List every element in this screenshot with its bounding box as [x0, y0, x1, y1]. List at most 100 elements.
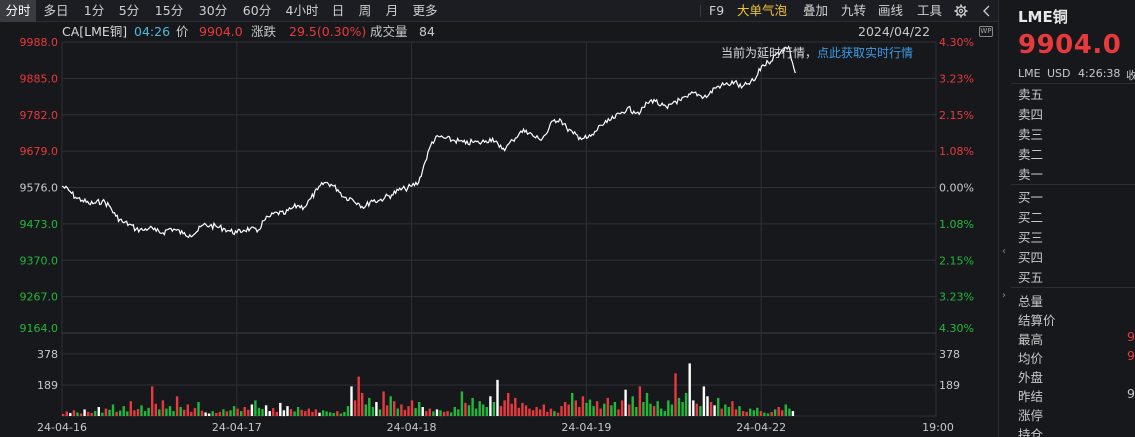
volume-bar	[69, 413, 72, 416]
volume-bar	[770, 411, 773, 416]
y-tick-label-right: 1.08%	[939, 145, 974, 158]
volume-bar	[247, 409, 250, 416]
volume-bar	[642, 402, 645, 416]
volume-bar	[62, 414, 65, 416]
volume-bar	[442, 411, 446, 416]
volume-bar	[154, 403, 157, 416]
volume-bar	[368, 397, 371, 416]
x-tick-label: 24-04-19	[561, 421, 611, 434]
y-tick-label-left: 9885.0	[20, 72, 59, 85]
volume-bar	[507, 393, 510, 416]
volume-bar	[717, 397, 720, 416]
volume-bar	[232, 406, 236, 416]
x-tick-label: 24-04-16	[37, 421, 87, 434]
volume-bar	[183, 409, 186, 416]
volume-bar	[382, 391, 385, 416]
y-tick-label-right: 4.30%	[939, 322, 974, 335]
chart-frame	[61, 41, 937, 417]
volume-bar	[681, 402, 684, 416]
volume-bar	[204, 412, 207, 416]
side-collapse-handle[interactable]: ›	[1002, 290, 1010, 304]
volume-bar	[240, 411, 243, 416]
volume-bar	[781, 410, 784, 417]
volume-bar	[293, 411, 296, 416]
volume-bar	[606, 397, 609, 416]
volume-bar	[207, 413, 211, 416]
volume-bar	[595, 401, 599, 416]
volume-bar	[652, 406, 656, 416]
volume-bar	[197, 402, 200, 416]
volume-bar	[222, 409, 225, 416]
volume-bar	[275, 411, 278, 416]
volume-tick-label-left: 378	[37, 348, 58, 361]
x-tick-label: 24-04-17	[212, 421, 262, 434]
volume-bar	[581, 396, 585, 416]
volume-bar	[104, 408, 108, 416]
quote-panel: LME铜 9904.0 LME USD 4:26:38 收 卖五 卖四 卖三 卖…	[998, 0, 1135, 437]
volume-bar	[225, 411, 229, 416]
volume-bar	[321, 410, 325, 417]
volume-bar	[432, 411, 435, 416]
volume-bar	[119, 410, 122, 416]
volume-bar	[749, 408, 752, 416]
volume-bar	[485, 407, 488, 416]
side-expand-handle[interactable]: ‹	[1002, 246, 1010, 260]
stats-divider	[1011, 287, 1135, 288]
volume-bar	[571, 393, 574, 416]
volume-bar	[200, 410, 204, 416]
volume-bar	[108, 409, 111, 416]
x-tick-label: 24-04-18	[387, 421, 437, 434]
stat-high-value: 9	[1127, 329, 1135, 344]
volume-bar	[471, 397, 474, 416]
volume-bar	[304, 411, 307, 416]
volume-bar	[450, 412, 453, 416]
volume-bar	[556, 412, 560, 416]
x-tick-label: 24-04-22	[736, 421, 786, 434]
volume-bar	[261, 409, 264, 416]
volume-bar	[97, 407, 100, 416]
volume-bar	[133, 410, 136, 417]
volume-bar	[524, 405, 528, 416]
stat-prev-settlement: 昨结	[1018, 389, 1044, 404]
volume-bar	[147, 407, 150, 416]
volume-bar	[667, 400, 670, 416]
volume-bar	[677, 397, 681, 416]
volume-bar	[734, 409, 738, 416]
volume-bar	[628, 404, 631, 416]
volume-bar	[688, 363, 691, 416]
volume-bar	[218, 411, 221, 416]
y-tick-label-right: 0.00%	[939, 182, 974, 195]
volume-bar	[257, 407, 261, 416]
volume-bar	[371, 407, 375, 416]
volume-bar	[521, 402, 524, 416]
stat-total-volume: 总量	[1018, 294, 1044, 309]
ask-4-label: 卖四	[1018, 107, 1044, 122]
volume-bar	[549, 408, 553, 416]
volume-bar	[229, 410, 232, 417]
volume-bar	[272, 408, 275, 416]
stat-prev-settlement-value: 9	[1127, 386, 1135, 401]
volume-bar	[699, 406, 702, 416]
volume-bar	[339, 413, 343, 416]
volume-bar	[353, 400, 357, 416]
volume-bar	[282, 410, 286, 417]
volume-bar	[396, 408, 399, 416]
volume-bar	[86, 411, 90, 416]
volume-bar	[83, 409, 86, 416]
volume-bar	[467, 405, 471, 416]
y-tick-label-left: 9164.0	[20, 322, 59, 335]
volume-bar	[421, 407, 424, 416]
volume-bar	[724, 404, 727, 416]
stat-open-interest: 持仓	[1018, 427, 1044, 437]
bid-5-label: 买五	[1018, 270, 1044, 285]
volume-bar	[268, 411, 271, 416]
stat-limit-up: 涨停	[1018, 408, 1044, 423]
price-chart: 9988.0 4.30% 9885.0 3.23% 9782.0 2.15% 9679.0 1…	[20, 36, 974, 434]
realtime-link[interactable]: 点此获取实时行情	[817, 46, 913, 60]
volume-bar	[151, 386, 154, 416]
volume-bar	[435, 409, 439, 416]
volume-bar	[510, 403, 513, 416]
volume-bar	[289, 409, 293, 416]
volume-bar	[535, 407, 538, 416]
volume-bar	[784, 404, 787, 416]
